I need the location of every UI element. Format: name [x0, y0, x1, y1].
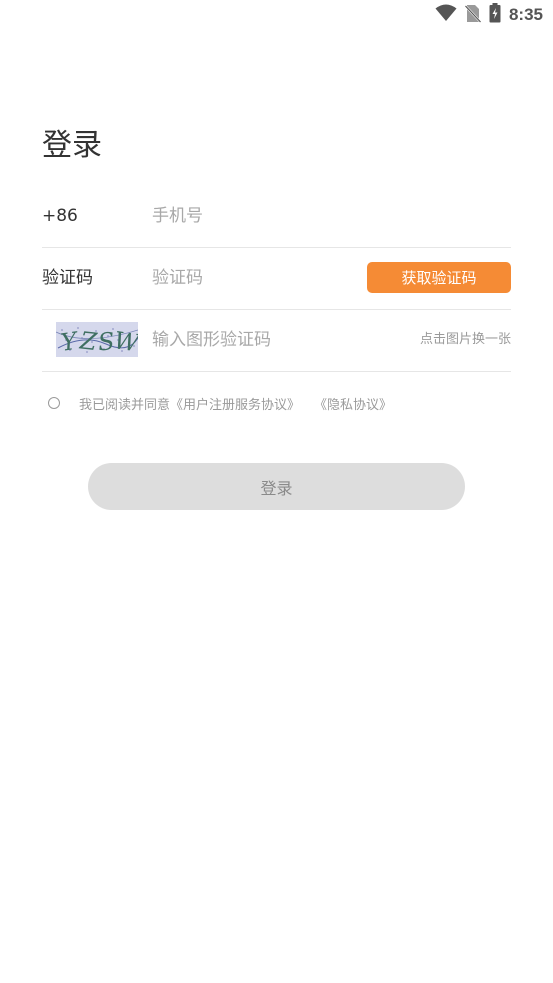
get-code-button[interactable]: 获取验证码 [367, 262, 511, 293]
page-title: 登录 [42, 128, 102, 163]
battery-charging-icon [489, 3, 501, 27]
login-button[interactable]: 登录 [88, 463, 465, 510]
sms-code-input[interactable] [152, 263, 352, 293]
phone-row: +86 [42, 185, 511, 248]
svg-text:W: W [112, 326, 138, 357]
sms-code-label: 验证码 [42, 268, 93, 288]
phone-input[interactable] [152, 201, 352, 231]
privacy-policy-link[interactable]: 《隐私协议》 [314, 394, 392, 413]
status-time: 8:35 [508, 5, 543, 24]
wifi-icon [435, 4, 457, 26]
captcha-input[interactable] [152, 325, 352, 355]
agreement-row: 我已阅读并同意 《用户注册服务协议》 《隐私协议》 [48, 392, 392, 414]
country-code[interactable]: +86 [42, 185, 78, 247]
agree-radio[interactable] [48, 397, 60, 409]
captcha-image[interactable]: Y Z S W [56, 322, 138, 357]
user-agreement-link[interactable]: 《用户注册服务协议》 [170, 394, 300, 413]
sms-code-row: 验证码 获取验证码 [42, 247, 511, 310]
no-sim-icon [464, 4, 482, 27]
status-bar: 8:35 [0, 0, 553, 30]
agreement-text: 我已阅读并同意 [79, 397, 171, 413]
captcha-row: Y Z S W 点击图片换一张 [42, 309, 511, 372]
captcha-refresh-hint[interactable]: 点击图片换一张 [420, 309, 511, 371]
